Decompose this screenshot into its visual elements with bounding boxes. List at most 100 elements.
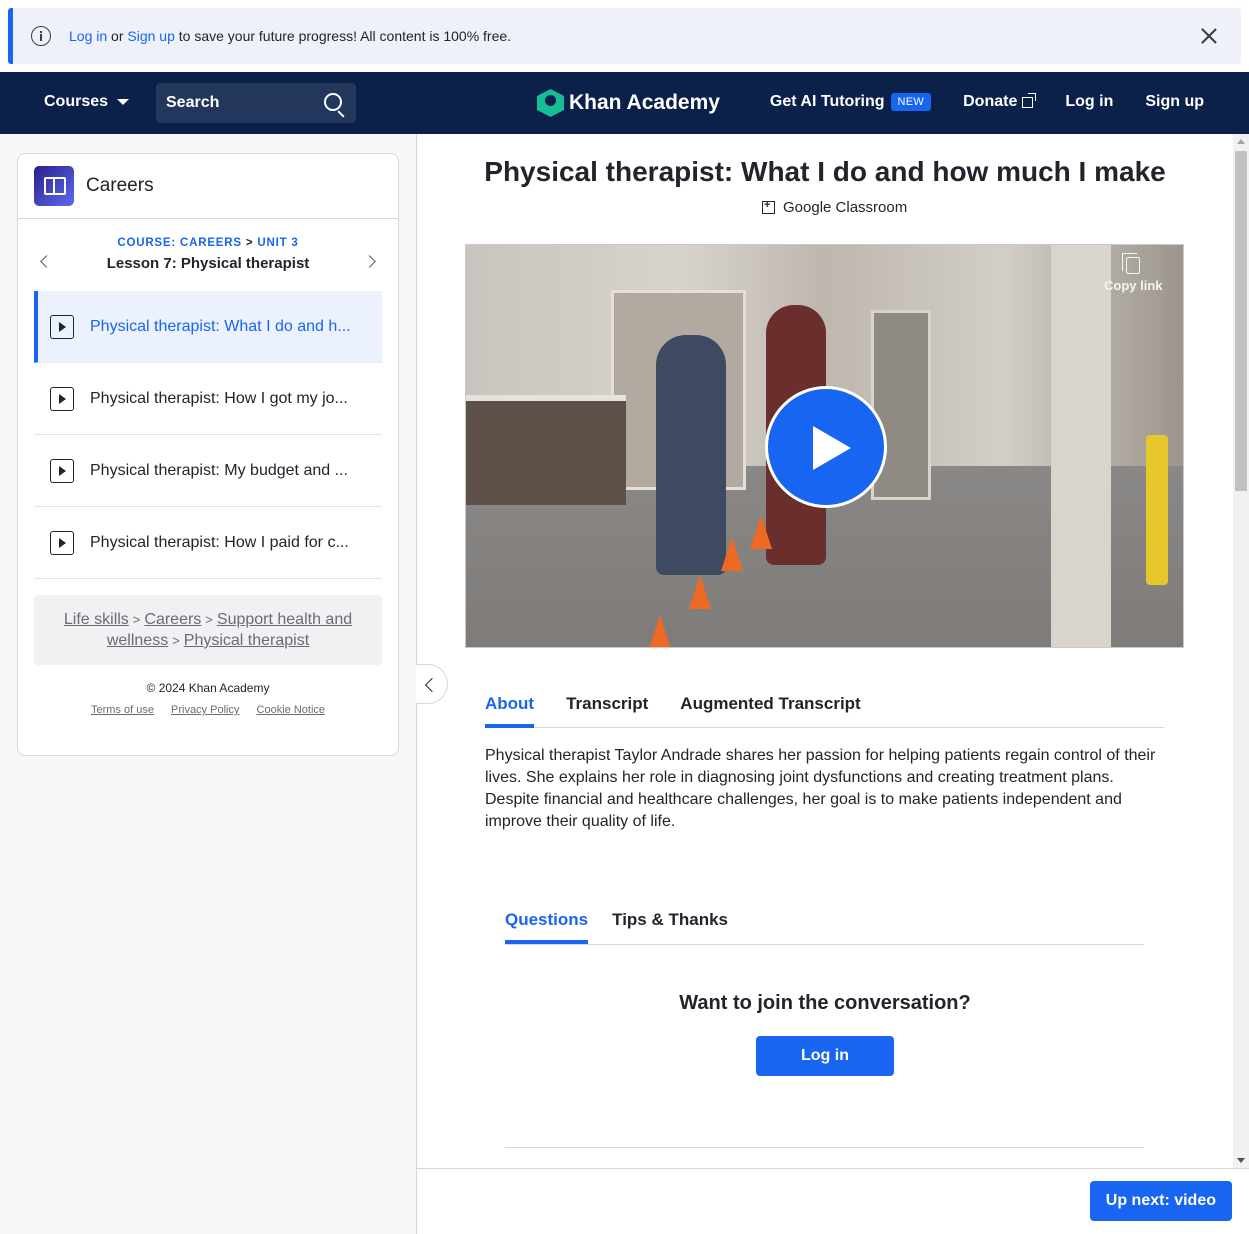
- video-scene: [656, 335, 726, 575]
- lesson-item[interactable]: Physical therapist: My budget and ...: [34, 435, 382, 507]
- google-classroom-icon: [762, 199, 775, 214]
- search-icon[interactable]: [324, 93, 342, 111]
- book-icon: [34, 166, 74, 206]
- breadcrumb-separator: >: [205, 612, 213, 627]
- video-scene: [1146, 435, 1168, 585]
- breadcrumb-separator: >: [132, 612, 141, 627]
- chevron-down-icon: [117, 99, 130, 105]
- copyright: © 2024 Khan Academy: [146, 681, 270, 695]
- nav-links: Get AI Tutoring NEW Donate Log in Sign u…: [769, 92, 1204, 111]
- play-icon: [50, 458, 74, 483]
- course-title: Careers: [86, 175, 154, 196]
- courses-menu-button[interactable]: Courses: [44, 93, 130, 111]
- play-icon: [50, 386, 74, 411]
- cookie-link[interactable]: Cookie Notice: [257, 704, 325, 716]
- courses-label: Courses: [44, 93, 109, 110]
- breadcrumb-careers[interactable]: Careers: [144, 611, 201, 628]
- course-sidebar: Careers COURSE: CAREERS > UNIT 3 Lesson …: [17, 153, 399, 756]
- video-player[interactable]: Copy link: [465, 244, 1184, 648]
- breadcrumb-physical-therapist[interactable]: Physical therapist: [184, 632, 309, 649]
- scroll-up-icon[interactable]: [1237, 139, 1245, 144]
- play-icon: [50, 530, 74, 555]
- video-scene: [721, 537, 743, 571]
- banner-signup-link[interactable]: Sign up: [127, 28, 174, 44]
- bottom-bar: Up next: video: [417, 1168, 1249, 1234]
- scroll-down-icon[interactable]: [1237, 1158, 1245, 1163]
- lesson-item-label: Physical therapist: How I paid for c...: [90, 533, 349, 551]
- copy-link-button[interactable]: Copy link: [1104, 253, 1163, 293]
- nav-signup-link[interactable]: Sign up: [1145, 93, 1204, 111]
- search-input[interactable]: Search: [156, 83, 356, 123]
- video-description: Physical therapist Taylor Andrade shares…: [485, 747, 1156, 830]
- crumb-separator: >: [245, 237, 254, 249]
- tab-augmented-transcript[interactable]: Augmented Transcript: [680, 690, 860, 728]
- content-tabs: About Transcript Augmented Transcript: [485, 690, 1164, 728]
- video-scene: [689, 575, 711, 609]
- topic-breadcrumb: Life skills > Careers > Support health and w…: [34, 595, 382, 665]
- course-crumb-link[interactable]: COURSE: CAREERS: [117, 237, 241, 249]
- khan-academy-logo-icon: [537, 89, 564, 117]
- lesson-item[interactable]: Physical therapist: How I paid for c...: [34, 507, 382, 579]
- tab-transcript[interactable]: Transcript: [566, 690, 648, 728]
- lesson-item-label: Physical therapist: My budget and ...: [90, 461, 348, 479]
- unit-crumb-link[interactable]: UNIT 3: [257, 237, 298, 249]
- lesson-navigator: COURSE: CAREERS > UNIT 3 Lesson 7: Physi…: [18, 219, 398, 291]
- video-scene: [466, 395, 626, 505]
- khan-academy-logo[interactable]: Khan Academy: [537, 89, 720, 117]
- lesson-item-label: Physical therapist: What I do and h...: [90, 317, 351, 335]
- scrollbar[interactable]: [1233, 134, 1249, 1168]
- terms-link[interactable]: Terms of use: [91, 704, 154, 716]
- lesson-item-list: Physical therapist: What I do and h... P…: [34, 291, 382, 579]
- external-link-icon: [1022, 92, 1037, 108]
- breadcrumb-life-skills[interactable]: Life skills: [64, 611, 129, 628]
- banner-or-text: or: [111, 28, 124, 44]
- donate-link[interactable]: Donate: [963, 92, 1037, 111]
- breadcrumb-support-health[interactable]: Support health and: [217, 611, 352, 628]
- lesson-item-label: Physical therapist: How I got my jo...: [90, 389, 348, 407]
- course-header[interactable]: Careers: [18, 154, 398, 219]
- join-login-button[interactable]: Log in: [756, 1036, 894, 1076]
- top-navigation: Courses Search Khan Academy Get AI Tutor…: [0, 72, 1249, 134]
- ai-tutoring-link[interactable]: Get AI Tutoring NEW: [769, 93, 932, 111]
- signup-banner: Log in or Sign up to save your future pr…: [8, 8, 1241, 64]
- tab-tips-thanks[interactable]: Tips & Thanks: [612, 906, 728, 944]
- collapse-sidebar-button[interactable]: [416, 664, 448, 704]
- up-next-button[interactable]: Up next: video: [1089, 1181, 1232, 1221]
- info-icon: [31, 26, 51, 46]
- nav-login-link[interactable]: Log in: [1065, 93, 1113, 111]
- sidebar-footer: © 2024 Khan Academy Terms of use Privacy…: [18, 681, 398, 716]
- banner-login-link[interactable]: Log in: [69, 28, 107, 44]
- scrollbar-thumb[interactable]: [1235, 151, 1247, 491]
- footer-links: Terms of use Privacy Policy Cookie Notic…: [18, 704, 398, 716]
- banner-message: Log in or Sign up to save your future pr…: [69, 28, 511, 44]
- tab-about[interactable]: About: [485, 690, 535, 728]
- breadcrumb-support-health-wellness[interactable]: wellness: [107, 632, 168, 649]
- video-scene: [649, 615, 671, 647]
- play-button[interactable]: [765, 386, 887, 508]
- lesson-item[interactable]: Physical therapist: What I do and h...: [34, 291, 382, 363]
- join-conversation-prompt: Want to join the conversation?: [679, 992, 971, 1014]
- search-placeholder: Search: [166, 94, 220, 111]
- google-classroom-label: Google Classroom: [783, 199, 908, 216]
- donate-label: Donate: [963, 93, 1018, 110]
- play-icon: [50, 314, 74, 339]
- breadcrumb-separator: >: [172, 633, 180, 648]
- privacy-link[interactable]: Privacy Policy: [171, 704, 239, 716]
- video-scene: [750, 515, 772, 549]
- page-title: Physical therapist: What I do and how mu…: [484, 156, 1166, 187]
- copy-icon: [1122, 253, 1141, 274]
- lesson-item[interactable]: Physical therapist: How I got my jo...: [34, 363, 382, 435]
- close-icon[interactable]: [1197, 24, 1221, 48]
- banner-text: to save your future progress! All conten…: [178, 28, 512, 44]
- new-badge: NEW: [890, 93, 932, 111]
- divider: [505, 1147, 1144, 1148]
- google-classroom-button[interactable]: Google Classroom: [762, 199, 907, 216]
- tab-questions[interactable]: Questions: [505, 906, 589, 944]
- course-unit-breadcrumb: COURSE: CAREERS > UNIT 3: [18, 219, 398, 249]
- logo-text: Khan Academy: [569, 91, 720, 114]
- lesson-title: Lesson 7: Physical therapist: [106, 255, 310, 272]
- copy-link-label: Copy link: [1104, 278, 1163, 293]
- video-scene: [1051, 245, 1111, 647]
- ai-tutoring-label: Get AI Tutoring: [769, 93, 885, 110]
- discussion-tabs: Questions Tips & Thanks: [505, 906, 1144, 945]
